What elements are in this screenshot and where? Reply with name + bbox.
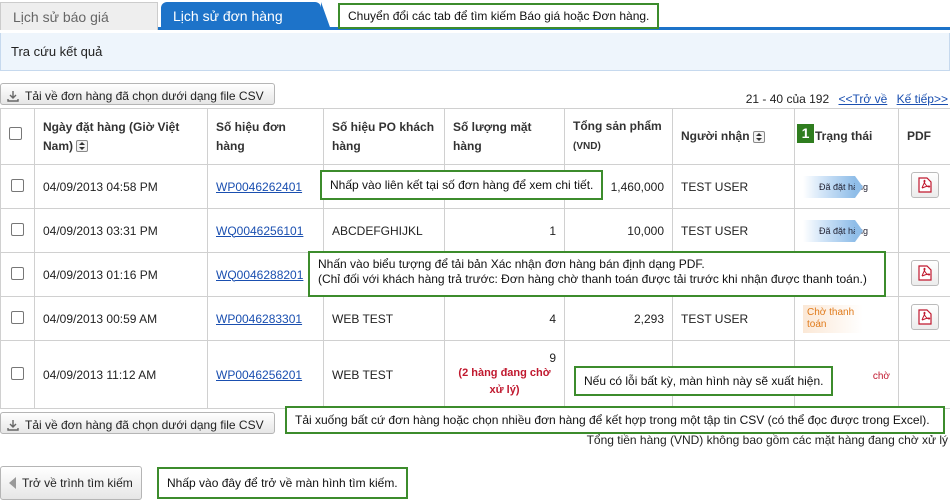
pdf-cell — [898, 340, 950, 409]
item-count: 1 — [444, 208, 565, 253]
pdf-download-button[interactable] — [910, 260, 939, 286]
row-select-cell — [0, 296, 35, 341]
recipient: TEST USER — [672, 208, 795, 253]
order-number-cell: WQ0046288201 — [207, 252, 324, 297]
sort-icon[interactable] — [752, 130, 765, 143]
item-count: 4 — [444, 296, 565, 341]
recipient: TEST USER — [672, 164, 795, 209]
step-marker: 1 — [797, 124, 814, 143]
tab-order-history[interactable]: Lịch sử đơn hàng — [161, 2, 331, 30]
header-order-date-label: Ngày đặt hàng (Giờ Việt Nam) — [43, 119, 180, 153]
select-all-checkbox[interactable] — [9, 127, 22, 140]
download-icon — [7, 90, 19, 102]
callout-tabs: Chuyển đổi các tab để tìm kiếm Báo giá h… — [338, 3, 660, 29]
row-select-cell — [0, 164, 35, 209]
callout-pdf: Nhấn vào biểu tượng để tải bản Xác nhận … — [308, 251, 886, 297]
header-total-label: Tổng sản phẩm — [573, 119, 662, 133]
status-cell: Chờ thanh toán — [794, 296, 899, 341]
po-number: WEB TEST — [323, 296, 445, 341]
order-number-link[interactable]: WP0046283301 — [216, 312, 302, 326]
header-item-count: Số lượng mặt hàng — [444, 108, 565, 165]
download-csv-label: Tải về đơn hàng đã chọn dưới dạng file C… — [25, 88, 264, 103]
tab-quote-history[interactable]: Lịch sử báo giá — [0, 2, 158, 30]
row-checkbox[interactable] — [11, 366, 24, 380]
row-checkbox[interactable] — [11, 310, 24, 324]
po-number: ABCDEFGHIJKL — [323, 208, 445, 253]
pager-back-link[interactable]: <<Trở về — [839, 92, 888, 106]
table-row: 04/09/2013 03:31 PM WQ0046256101 ABCDEFG… — [0, 208, 950, 253]
callout-error: Nếu có lỗi bất kỳ, màn hình này sẽ xuất … — [574, 366, 834, 396]
header-total-unit: (VND) — [573, 141, 601, 152]
pdf-cell — [898, 252, 950, 297]
back-to-search-label: Trở về trình tìm kiếm — [22, 476, 133, 490]
header-recipient-label: Người nhận — [681, 129, 750, 143]
header-po-number: Số hiệu PO khách hàng — [323, 108, 445, 165]
download-csv-label: Tải về đơn hàng đã chọn dưới dạng file C… — [25, 417, 264, 432]
row-checkbox[interactable] — [11, 266, 24, 280]
download-csv-button-top[interactable]: Tải về đơn hàng đã chọn dưới dạng file C… — [0, 83, 275, 105]
order-number-cell: WP0046256201 — [207, 340, 324, 409]
pdf-cell — [898, 164, 950, 209]
pdf-icon — [917, 265, 932, 281]
pdf-cell — [898, 296, 950, 341]
section-title: Tra cứu kết quả — [0, 33, 950, 71]
download-icon — [7, 419, 19, 431]
order-number-cell: WP0046262401 — [207, 164, 324, 209]
status-badge: chờ — [872, 370, 890, 382]
header-order-date: Ngày đặt hàng (Giờ Việt Nam) — [34, 108, 208, 165]
row-checkbox[interactable] — [11, 178, 24, 192]
pdf-icon — [917, 309, 932, 325]
callout-back: Nhấp vào đây để trở về màn hình tìm kiếm… — [157, 467, 408, 499]
row-select-cell — [0, 252, 35, 297]
order-date: 04/09/2013 04:58 PM — [34, 164, 208, 209]
callout-order-link: Nhấp vào liên kết tại số đơn hàng để xem… — [320, 170, 604, 200]
order-number-link[interactable]: WP0046262401 — [216, 180, 302, 194]
po-number: WEB TEST — [323, 340, 445, 409]
back-arrow-icon — [9, 477, 16, 489]
download-csv-button-bottom[interactable]: Tải về đơn hàng đã chọn dưới dạng file C… — [0, 412, 275, 434]
back-to-search-button[interactable]: Trở về trình tìm kiếm — [0, 466, 142, 500]
item-count: 9 (2 hàng đang chờ xử lý) — [444, 340, 565, 409]
callout-pdf-line2: (Chỉ đối với khách hàng trả trước: Đơn h… — [318, 272, 867, 286]
row-select-cell — [0, 340, 35, 409]
header-total: Tổng sản phẩm (VND) — [564, 108, 673, 165]
row-checkbox[interactable] — [11, 222, 24, 236]
pdf-download-button[interactable] — [910, 304, 939, 330]
header-pdf: PDF — [898, 108, 950, 165]
table-row: 04/09/2013 00:59 AM WP0046283301 WEB TES… — [0, 296, 950, 341]
status-cell: Đã đặt hàng — [794, 208, 899, 253]
status-badge: Đã đặt hàng — [803, 175, 868, 198]
pager-next-link[interactable]: Kế tiếp>> — [897, 92, 948, 106]
pager: 21 - 40 của 192 <<Trở về Kế tiếp>> — [746, 92, 948, 106]
sort-icon[interactable] — [76, 140, 89, 153]
order-total: 10,000 — [564, 208, 673, 253]
recipient: TEST USER — [672, 296, 795, 341]
pdf-icon — [917, 177, 932, 193]
pdf-cell — [898, 208, 950, 253]
status-badge: Chờ thanh toán — [803, 304, 863, 333]
order-date: 04/09/2013 11:12 AM — [34, 340, 208, 409]
order-date: 04/09/2013 03:31 PM — [34, 208, 208, 253]
pending-items-note: (2 hàng đang chờ xử lý) — [458, 366, 551, 396]
callout-pdf-line1: Nhấn vào biểu tượng để tải bản Xác nhận … — [318, 257, 705, 271]
select-all-header — [0, 108, 35, 165]
order-date: 04/09/2013 01:16 PM — [34, 252, 208, 297]
order-number-cell: WP0046283301 — [207, 296, 324, 341]
order-number-link[interactable]: WQ0046288201 — [216, 268, 303, 282]
order-total: 2,293 — [564, 296, 673, 341]
row-select-cell — [0, 208, 35, 253]
pdf-download-button[interactable] — [910, 172, 939, 198]
item-count-value: 9 — [549, 350, 556, 365]
header-order-number: Số hiệu đơn hàng — [207, 108, 324, 165]
status-badge: Đã đặt hàng — [803, 219, 868, 242]
header-recipient: Người nhận — [672, 108, 795, 165]
order-number-link[interactable]: WQ0046256101 — [216, 224, 303, 238]
total-footnote: Tổng tiền hàng (VND) không bao gồm các m… — [586, 433, 948, 447]
order-number-cell: WQ0046256101 — [207, 208, 324, 253]
order-date: 04/09/2013 00:59 AM — [34, 296, 208, 341]
status-cell: Đã đặt hàng — [794, 164, 899, 209]
callout-csv: Tải xuống bất cứ đơn hàng hoặc chọn nhiề… — [285, 406, 945, 434]
order-number-link[interactable]: WP0046256201 — [216, 368, 302, 382]
pager-range: 21 - 40 của 192 — [745, 92, 830, 106]
